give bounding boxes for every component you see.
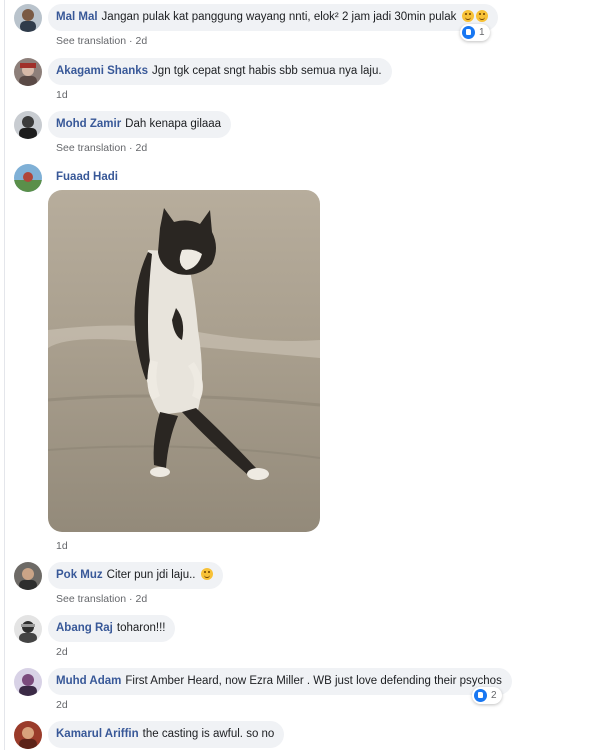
see-translation-link[interactable]: See translation xyxy=(56,142,126,154)
comment-meta: 1d xyxy=(56,540,68,552)
comment-bubble: Kamarul Ariffin the casting is awful. so … xyxy=(48,721,285,748)
comment-bubble: Pok Muz Citer pun jdi laju.. xyxy=(48,562,223,589)
comment-bubble: Akagami Shanks Jgn tgk cepat sngt habis s… xyxy=(48,58,392,85)
comment-meta: See translation · 2d xyxy=(56,593,223,605)
comment-text: Citer pun jdi laju.. xyxy=(106,569,196,581)
comment-author[interactable]: Pok Muz xyxy=(56,569,103,581)
comment-author[interactable]: Mohd Zamir xyxy=(56,118,121,130)
comment-text: toharon!!! xyxy=(116,622,166,634)
avatar[interactable] xyxy=(14,111,42,139)
meta-separator: · xyxy=(129,593,133,605)
comment-meta: See translation · 2d xyxy=(56,142,231,154)
comment-time[interactable]: 2d xyxy=(136,142,148,154)
comment-bubble: Abang Raj toharon!!! xyxy=(48,615,176,642)
comment-text: the casting is awful. so no xyxy=(142,728,275,740)
avatar[interactable] xyxy=(14,164,42,192)
comment-bubble: Mal Mal Jangan pulak kat panggung wayang … xyxy=(48,4,498,31)
comment-text: First Amber Heard, now Ezra Miller . WB … xyxy=(125,675,502,687)
laughing-emoji-icon xyxy=(475,10,488,22)
reaction-count[interactable]: 1 xyxy=(460,24,490,41)
meta-separator: · xyxy=(129,142,133,154)
comment-text: Jgn tgk cepat sngt habis sbb semua nya l… xyxy=(152,65,382,77)
see-translation-link[interactable]: See translation xyxy=(56,35,126,47)
comment-time[interactable]: 2d xyxy=(136,35,148,47)
meta-separator: · xyxy=(129,35,133,47)
comment-text: Dah kenapa gilaaa xyxy=(125,118,222,130)
reaction-count-label: 2 xyxy=(491,690,497,701)
comment-author[interactable]: Muhd Adam xyxy=(56,675,121,687)
reaction-count[interactable]: 2 xyxy=(472,687,502,704)
avatar[interactable] xyxy=(14,615,42,643)
comment-meta: 1d xyxy=(56,89,392,101)
see-translation-link[interactable]: See translation xyxy=(56,593,126,605)
reaction-count-label: 1 xyxy=(479,27,485,38)
comment-author[interactable]: Fuaad Hadi xyxy=(56,171,118,183)
comment-time[interactable]: 1d xyxy=(56,540,68,552)
avatar[interactable] xyxy=(14,562,42,590)
comment-author[interactable]: Kamarul Ariffin xyxy=(56,728,139,740)
like-icon xyxy=(474,689,487,702)
comment-author[interactable]: Akagami Shanks xyxy=(56,65,148,77)
comment-author[interactable]: Abang Raj xyxy=(56,622,113,634)
comment-meta: 2d xyxy=(56,646,175,658)
avatar[interactable] xyxy=(14,58,42,86)
comment-time[interactable]: 2d xyxy=(136,593,148,605)
laughing-emoji-icon xyxy=(461,10,474,22)
laughing-emoji-icon xyxy=(200,568,213,580)
comment-bubble: Muhd Adam First Amber Heard, now Ezra Mil… xyxy=(48,668,512,695)
avatar[interactable] xyxy=(14,4,42,32)
comment-time[interactable]: 2d xyxy=(56,646,68,658)
comment-author[interactable]: Mal Mal xyxy=(56,11,98,23)
thread-line xyxy=(4,0,5,750)
comment-time[interactable]: 2d xyxy=(56,699,68,711)
avatar[interactable] xyxy=(14,721,42,749)
comment-text: Jangan pulak kat panggung wayang nnti, e… xyxy=(101,11,457,23)
comment-meta: See translation · 2d xyxy=(56,35,498,47)
comment-meta: 2d xyxy=(56,699,512,711)
comment-time[interactable]: 1d xyxy=(56,89,68,101)
comment-bubble: Mohd Zamir Dah kenapa gilaaa xyxy=(48,111,232,138)
gif-attachment[interactable] xyxy=(48,190,320,532)
avatar[interactable] xyxy=(14,668,42,696)
like-icon xyxy=(462,26,475,39)
dancing-cat-gif-image xyxy=(48,190,320,532)
